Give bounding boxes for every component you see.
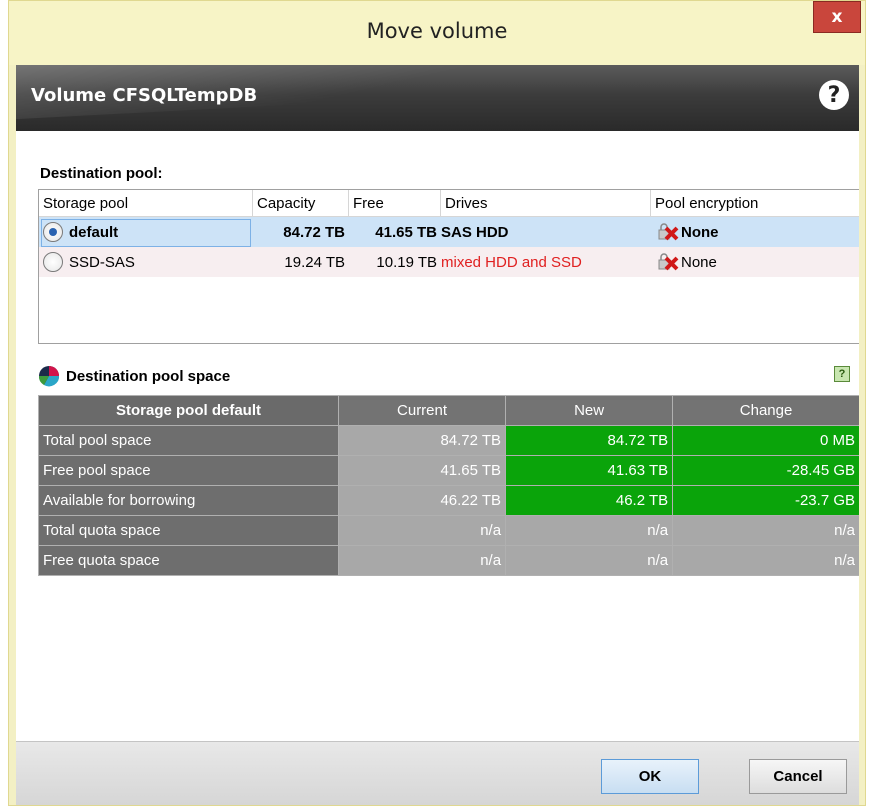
cancel-button[interactable]: Cancel	[749, 759, 847, 794]
table-row: Available for borrowing 46.22 TB 46.2 TB…	[38, 485, 859, 516]
new-value: 41.63 TB	[505, 455, 674, 486]
table-row: Free pool space 41.65 TB 41.63 TB -28.45…	[38, 455, 859, 486]
new-value: 46.2 TB	[505, 485, 674, 516]
current-value: 41.65 TB	[337, 455, 507, 486]
pool-encryption-cell: None	[651, 222, 859, 242]
row-label: Free pool space	[38, 455, 339, 486]
selection-focus-outline	[41, 219, 251, 247]
pool-free: 10.19 TB	[376, 253, 437, 271]
column-change: Change	[672, 395, 859, 426]
pool-encryption: None	[681, 253, 717, 271]
current-value: 46.22 TB	[337, 485, 507, 516]
pool-free: 41.65 TB	[375, 223, 437, 241]
column-new: New	[505, 395, 674, 426]
encryption-none-icon	[658, 253, 679, 271]
change-value: 0 MB	[672, 425, 859, 456]
pool-space-help-icon[interactable]: ?	[834, 366, 850, 382]
destination-pool-label: Destination pool:	[40, 165, 163, 182]
pool-name: SSD-SAS	[69, 253, 135, 271]
table-row: Free quota space n/a n/a n/a	[38, 545, 859, 576]
column-current: Current	[337, 395, 507, 426]
column-capacity[interactable]: Capacity	[253, 190, 349, 216]
volume-title: Volume CFSQLTempDB	[31, 85, 258, 106]
table-row: Total quota space n/a n/a n/a	[38, 515, 859, 546]
pool-drives: mixed HDD and SSD	[441, 253, 582, 271]
row-label: Free quota space	[38, 545, 339, 576]
pool-name-cell: SSD-SAS	[39, 252, 253, 272]
title-bar[interactable]: Move volume x	[9, 1, 865, 65]
row-label: Total quota space	[38, 515, 339, 546]
close-button[interactable]: x	[813, 1, 861, 33]
column-drives[interactable]: Drives	[441, 190, 651, 216]
change-value: -28.45 GB	[672, 455, 859, 486]
pool-space-table: Storage pool default Current New Change …	[38, 395, 859, 576]
header-banner: Volume CFSQLTempDB ?	[16, 65, 859, 131]
current-value: n/a	[337, 545, 507, 576]
move-volume-window: Move volume x Volume CFSQLTempDB ? Desti…	[8, 0, 866, 806]
change-value: -23.7 GB	[672, 485, 859, 516]
ok-button[interactable]: OK	[601, 759, 699, 794]
current-value: 84.72 TB	[337, 425, 507, 456]
pool-space-label: Destination pool space	[66, 367, 231, 385]
change-value: n/a	[672, 545, 859, 576]
change-value: n/a	[672, 515, 859, 546]
pool-drives: SAS HDD	[441, 223, 509, 241]
column-free[interactable]: Free	[349, 190, 441, 216]
dialog-client-area: Volume CFSQLTempDB ? Destination pool: S…	[16, 65, 859, 805]
help-icon[interactable]: ?	[819, 80, 849, 110]
window-title: Move volume	[366, 19, 508, 43]
new-value: n/a	[505, 545, 674, 576]
new-value: n/a	[505, 515, 674, 546]
destination-pool-table: Storage pool Capacity Free Drives Pool e…	[38, 189, 859, 344]
new-value: 84.72 TB	[505, 425, 674, 456]
pool-space-header-row: Storage pool default Current New Change	[38, 395, 859, 426]
column-storage-pool-default: Storage pool default	[38, 395, 339, 426]
row-label: Available for borrowing	[38, 485, 339, 516]
pie-chart-icon	[38, 366, 60, 387]
pool-row-ssd-sas[interactable]: SSD-SAS 19.24 TB 10.19 TB mixed HDD and …	[39, 247, 859, 277]
table-row: Total pool space 84.72 TB 84.72 TB 0 MB	[38, 425, 859, 456]
column-pool-encryption[interactable]: Pool encryption	[651, 190, 859, 216]
pool-capacity: 19.24 TB	[284, 253, 345, 271]
encryption-none-icon	[658, 223, 679, 241]
dialog-footer: OK Cancel	[16, 741, 859, 805]
current-value: n/a	[337, 515, 507, 546]
pool-encryption-cell: None	[651, 252, 859, 272]
column-storage-pool[interactable]: Storage pool	[39, 190, 253, 216]
radio-unselected-icon[interactable]	[43, 252, 63, 272]
pool-capacity: 84.72 TB	[283, 223, 345, 241]
pool-space-header: Destination pool space	[38, 365, 230, 387]
row-label: Total pool space	[38, 425, 339, 456]
pool-table-header: Storage pool Capacity Free Drives Pool e…	[39, 190, 859, 217]
pool-encryption: None	[681, 223, 719, 241]
